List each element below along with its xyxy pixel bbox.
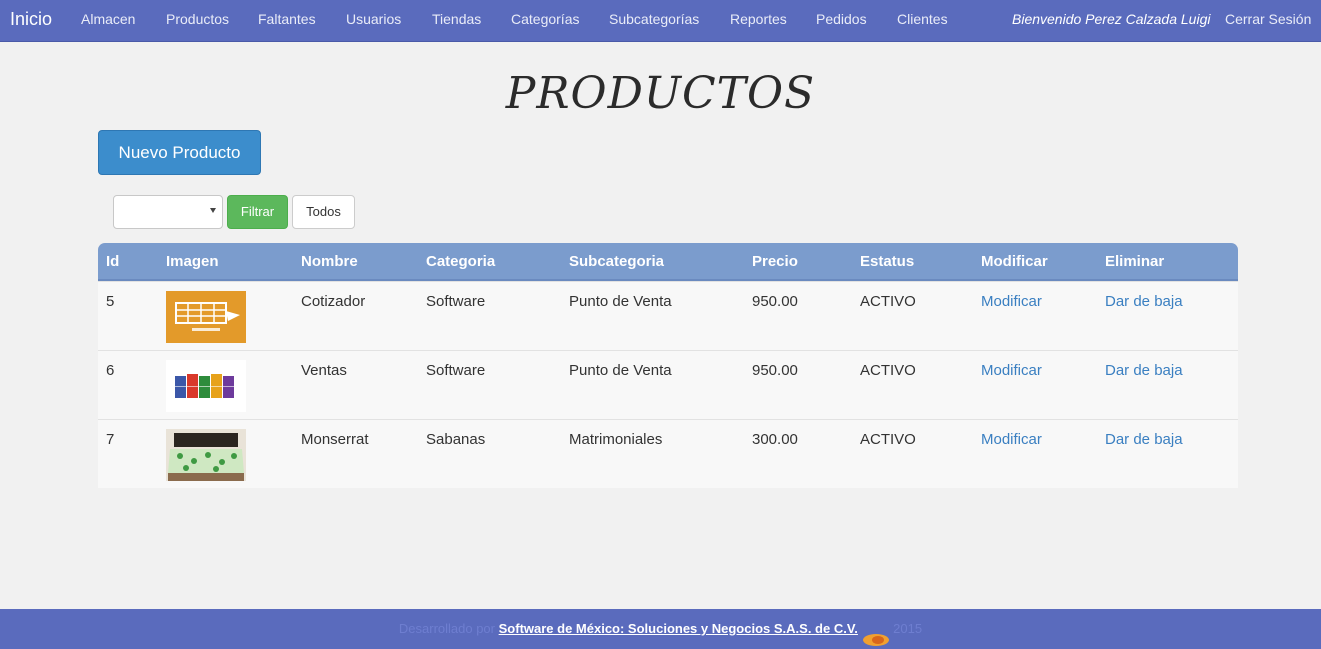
deactivate-link[interactable]: Dar de baja — [1105, 362, 1183, 379]
deactivate-link[interactable]: Dar de baja — [1105, 431, 1183, 448]
cell-estatus: ACTIVO — [860, 431, 916, 448]
deactivate-link[interactable]: Dar de baja — [1105, 293, 1183, 310]
cell-subcategoria: Punto de Venta — [569, 362, 672, 379]
cell-precio: 950.00 — [752, 362, 798, 379]
brand-link[interactable]: Inicio — [10, 9, 52, 30]
new-product-button[interactable]: Nuevo Producto — [98, 130, 261, 175]
cell-nombre: Ventas — [301, 362, 347, 379]
category-select[interactable] — [113, 195, 223, 229]
header-estatus: Estatus — [860, 253, 915, 270]
header-modificar: Modificar — [981, 253, 1048, 270]
nav-item-pedidos[interactable]: Pedidos — [816, 11, 867, 27]
header-subcategoria: Subcategoria — [569, 253, 665, 270]
nav-item-usuarios[interactable]: Usuarios — [346, 11, 401, 27]
modify-link[interactable]: Modificar — [981, 431, 1042, 448]
nav-item-almacen[interactable]: Almacen — [81, 11, 135, 27]
cell-subcategoria: Punto de Venta — [569, 293, 672, 310]
header-precio: Precio — [752, 253, 798, 270]
filter-button[interactable]: Filtrar — [227, 195, 288, 229]
bed-sheet-image — [166, 429, 246, 481]
cell-estatus: ACTIVO — [860, 362, 916, 379]
cell-id: 7 — [106, 431, 115, 448]
table-header: Id Imagen Nombre Categoria Subcategoria … — [98, 243, 1238, 281]
cotizador-image — [166, 291, 246, 343]
footer-prefix: Desarrollado por — [398, 621, 495, 636]
ventas-image — [166, 360, 246, 412]
table-row: 6 Ventas Software Punto de Venta 950.00 … — [98, 350, 1238, 419]
header-imagen: Imagen — [166, 253, 219, 270]
cell-precio: 300.00 — [752, 431, 798, 448]
footer-year: 2015 — [893, 621, 923, 636]
cell-categoria: Sabanas — [426, 431, 486, 448]
company-link[interactable]: Software de México: Soluciones y Negocio… — [499, 621, 858, 636]
cell-subcategoria: Matrimoniales — [569, 431, 663, 448]
nav-item-categorias[interactable]: Categorías — [511, 11, 579, 27]
company-logo-icon — [862, 623, 890, 646]
cell-nombre: Cotizador — [301, 293, 366, 310]
cell-id: 6 — [106, 362, 115, 379]
cell-id: 5 — [106, 293, 115, 310]
header-categoria: Categoria — [426, 253, 496, 270]
header-nombre: Nombre — [301, 253, 358, 270]
header-eliminar: Eliminar — [1105, 253, 1165, 270]
welcome-text: Bienvenido Perez Calzada Luigi — [1012, 11, 1211, 27]
navbar: Inicio Almacen Productos Faltantes Usuar… — [0, 0, 1321, 42]
cell-categoria: Software — [426, 362, 486, 379]
all-button[interactable]: Todos — [292, 195, 355, 229]
header-id: Id — [106, 253, 120, 270]
nav-item-productos[interactable]: Productos — [166, 11, 229, 27]
chevron-down-icon — [210, 208, 216, 213]
page-title: PRODUCTOS — [505, 68, 816, 119]
nav-item-faltantes[interactable]: Faltantes — [258, 11, 316, 27]
logout-link[interactable]: Cerrar Sesión — [1225, 11, 1311, 27]
modify-link[interactable]: Modificar — [981, 362, 1042, 379]
cell-precio: 950.00 — [752, 293, 798, 310]
modify-link[interactable]: Modificar — [981, 293, 1042, 310]
nav-item-subcategorias[interactable]: Subcategorías — [609, 11, 699, 27]
nav-item-reportes[interactable]: Reportes — [730, 11, 787, 27]
table-row: 7 Monserrat Sabanas Matrimoniales 300.00… — [98, 419, 1238, 488]
nav-item-clientes[interactable]: Clientes — [897, 11, 948, 27]
products-table: Id Imagen Nombre Categoria Subcategoria … — [98, 243, 1238, 488]
table-row: 5 Cotizador Software Punto de Venta 950.… — [98, 281, 1238, 350]
cell-estatus: ACTIVO — [860, 293, 916, 310]
cell-nombre: Monserrat — [301, 431, 369, 448]
cell-categoria: Software — [426, 293, 486, 310]
footer: Desarrollado por Software de México: Sol… — [0, 609, 1321, 649]
nav-item-tiendas[interactable]: Tiendas — [432, 11, 481, 27]
